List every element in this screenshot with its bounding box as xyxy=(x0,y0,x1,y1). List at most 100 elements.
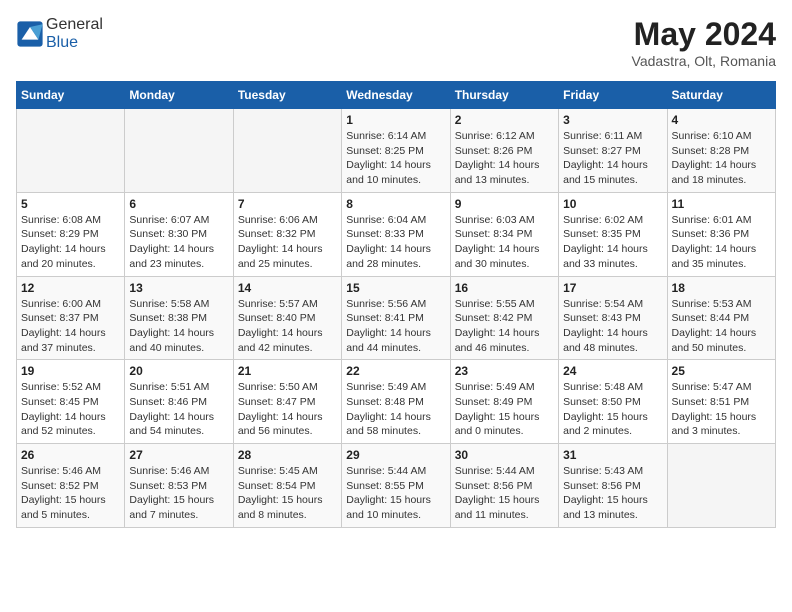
calendar-cell: 14 Sunrise: 5:57 AMSunset: 8:40 PMDayligh… xyxy=(233,276,341,360)
calendar-cell: 25 Sunrise: 5:47 AMSunset: 8:51 PMDayligh… xyxy=(667,360,775,444)
day-number: 31 xyxy=(563,448,662,462)
calendar-cell: 30 Sunrise: 5:44 AMSunset: 8:56 PMDayligh… xyxy=(450,444,558,528)
calendar-cell: 2 Sunrise: 6:12 AMSunset: 8:26 PMDaylight… xyxy=(450,109,558,193)
day-number: 29 xyxy=(346,448,445,462)
calendar-cell: 16Sunrise: 5:55 AMSunset: 8:42 PMDayligh… xyxy=(450,276,558,360)
logo-icon xyxy=(16,20,44,48)
day-info: Sunrise: 5:43 AMSunset: 8:56 PMDaylight:… xyxy=(563,464,662,523)
day-info: Sunrise: 5:47 AMSunset: 8:51 PMDaylight:… xyxy=(672,380,771,439)
calendar-cell: 23 Sunrise: 5:49 AMSunset: 8:49 PMDayligh… xyxy=(450,360,558,444)
calendar-cell xyxy=(17,109,125,193)
day-number: 25 xyxy=(672,364,771,378)
logo: General Blue xyxy=(16,16,103,52)
day-info: Sunrise: 5:54 AMSunset: 8:43 PMDaylight:… xyxy=(563,297,662,356)
day-info: Sunrise: 5:49 AMSunset: 8:48 PMDaylight:… xyxy=(346,380,445,439)
weekday-header: Wednesday xyxy=(342,82,450,109)
day-number: 11 xyxy=(672,197,771,211)
logo-blue-text: Blue xyxy=(46,34,78,51)
day-number: 5 xyxy=(21,197,120,211)
page-header: General Blue May 2024 Vadastra, Olt, Rom… xyxy=(16,16,776,69)
day-number: 2 xyxy=(455,113,554,127)
weekday-header: Tuesday xyxy=(233,82,341,109)
day-info: Sunrise: 5:46 AMSunset: 8:53 PMDaylight:… xyxy=(129,464,228,523)
calendar-cell: 13 Sunrise: 5:58 AMSunset: 8:38 PMDayligh… xyxy=(125,276,233,360)
weekday-header: Saturday xyxy=(667,82,775,109)
day-number: 22 xyxy=(346,364,445,378)
day-number: 15 xyxy=(346,281,445,295)
day-number: 19 xyxy=(21,364,120,378)
day-number: 23 xyxy=(455,364,554,378)
calendar-cell xyxy=(233,109,341,193)
day-info: Sunrise: 6:08 AMSunset: 8:29 PMDaylight:… xyxy=(21,213,120,272)
day-info: Sunrise: 6:03 AMSunset: 8:34 PMDaylight:… xyxy=(455,213,554,272)
day-number: 18 xyxy=(672,281,771,295)
day-info: Sunrise: 6:01 AMSunset: 8:36 PMDaylight:… xyxy=(672,213,771,272)
calendar-cell: 26 Sunrise: 5:46 AMSunset: 8:52 PMDayligh… xyxy=(17,444,125,528)
calendar-cell: 18 Sunrise: 5:53 AMSunset: 8:44 PMDayligh… xyxy=(667,276,775,360)
day-number: 7 xyxy=(238,197,337,211)
day-info: Sunrise: 5:58 AMSunset: 8:38 PMDaylight:… xyxy=(129,297,228,356)
day-info: Sunrise: 6:00 AMSunset: 8:37 PMDaylight:… xyxy=(21,297,120,356)
day-info: Sunrise: 5:53 AMSunset: 8:44 PMDaylight:… xyxy=(672,297,771,356)
calendar-week-row: 5 Sunrise: 6:08 AMSunset: 8:29 PMDaylight… xyxy=(17,192,776,276)
calendar-cell xyxy=(125,109,233,193)
calendar-cell: 24Sunrise: 5:48 AMSunset: 8:50 PMDayligh… xyxy=(559,360,667,444)
day-info: Sunrise: 5:45 AMSunset: 8:54 PMDaylight:… xyxy=(238,464,337,523)
day-number: 30 xyxy=(455,448,554,462)
calendar-cell: 31 Sunrise: 5:43 AMSunset: 8:56 PMDayligh… xyxy=(559,444,667,528)
day-number: 13 xyxy=(129,281,228,295)
day-info: Sunrise: 6:02 AMSunset: 8:35 PMDaylight:… xyxy=(563,213,662,272)
calendar-cell: 1Sunrise: 6:14 AMSunset: 8:25 PMDaylight… xyxy=(342,109,450,193)
day-number: 8 xyxy=(346,197,445,211)
day-number: 17 xyxy=(563,281,662,295)
calendar-cell: 12 Sunrise: 6:00 AMSunset: 8:37 PMDayligh… xyxy=(17,276,125,360)
day-number: 3 xyxy=(563,113,662,127)
day-info: Sunrise: 5:46 AMSunset: 8:52 PMDaylight:… xyxy=(21,464,120,523)
day-number: 24 xyxy=(563,364,662,378)
calendar-cell: 28 Sunrise: 5:45 AMSunset: 8:54 PMDayligh… xyxy=(233,444,341,528)
logo-general-text: General xyxy=(46,16,103,33)
day-number: 9 xyxy=(455,197,554,211)
calendar-cell: 5 Sunrise: 6:08 AMSunset: 8:29 PMDaylight… xyxy=(17,192,125,276)
location: Vadastra, Olt, Romania xyxy=(632,53,776,69)
day-number: 26 xyxy=(21,448,120,462)
day-info: Sunrise: 6:06 AMSunset: 8:32 PMDaylight:… xyxy=(238,213,337,272)
day-info: Sunrise: 5:52 AMSunset: 8:45 PMDaylight:… xyxy=(21,380,120,439)
day-info: Sunrise: 5:57 AMSunset: 8:40 PMDaylight:… xyxy=(238,297,337,356)
weekday-header-row: SundayMondayTuesdayWednesdayThursdayFrid… xyxy=(17,82,776,109)
calendar-table: SundayMondayTuesdayWednesdayThursdayFrid… xyxy=(16,81,776,528)
day-number: 14 xyxy=(238,281,337,295)
calendar-week-row: 12 Sunrise: 6:00 AMSunset: 8:37 PMDayligh… xyxy=(17,276,776,360)
weekday-header: Monday xyxy=(125,82,233,109)
calendar-cell: 21Sunrise: 5:50 AMSunset: 8:47 PMDayligh… xyxy=(233,360,341,444)
day-number: 16 xyxy=(455,281,554,295)
calendar-cell: 22 Sunrise: 5:49 AMSunset: 8:48 PMDayligh… xyxy=(342,360,450,444)
day-number: 4 xyxy=(672,113,771,127)
day-number: 10 xyxy=(563,197,662,211)
calendar-cell xyxy=(667,444,775,528)
day-info: Sunrise: 6:12 AMSunset: 8:26 PMDaylight:… xyxy=(455,129,554,188)
day-info: Sunrise: 6:04 AMSunset: 8:33 PMDaylight:… xyxy=(346,213,445,272)
calendar-cell: 15Sunrise: 5:56 AMSunset: 8:41 PMDayligh… xyxy=(342,276,450,360)
calendar-cell: 10 Sunrise: 6:02 AMSunset: 8:35 PMDayligh… xyxy=(559,192,667,276)
calendar-cell: 4 Sunrise: 6:10 AMSunset: 8:28 PMDaylight… xyxy=(667,109,775,193)
title-block: May 2024 Vadastra, Olt, Romania xyxy=(632,16,776,69)
calendar-cell: 11 Sunrise: 6:01 AMSunset: 8:36 PMDayligh… xyxy=(667,192,775,276)
day-info: Sunrise: 5:51 AMSunset: 8:46 PMDaylight:… xyxy=(129,380,228,439)
day-info: Sunrise: 6:10 AMSunset: 8:28 PMDaylight:… xyxy=(672,129,771,188)
day-info: Sunrise: 5:50 AMSunset: 8:47 PMDaylight:… xyxy=(238,380,337,439)
day-number: 27 xyxy=(129,448,228,462)
calendar-cell: 17 Sunrise: 5:54 AMSunset: 8:43 PMDayligh… xyxy=(559,276,667,360)
day-number: 28 xyxy=(238,448,337,462)
day-info: Sunrise: 6:14 AMSunset: 8:25 PMDaylight:… xyxy=(346,129,445,188)
day-info: Sunrise: 5:49 AMSunset: 8:49 PMDaylight:… xyxy=(455,380,554,439)
day-info: Sunrise: 5:44 AMSunset: 8:56 PMDaylight:… xyxy=(455,464,554,523)
calendar-cell: 29 Sunrise: 5:44 AMSunset: 8:55 PMDayligh… xyxy=(342,444,450,528)
calendar-cell: 19 Sunrise: 5:52 AMSunset: 8:45 PMDayligh… xyxy=(17,360,125,444)
day-info: Sunrise: 5:44 AMSunset: 8:55 PMDaylight:… xyxy=(346,464,445,523)
day-number: 6 xyxy=(129,197,228,211)
day-number: 12 xyxy=(21,281,120,295)
calendar-cell: 3Sunrise: 6:11 AMSunset: 8:27 PMDaylight… xyxy=(559,109,667,193)
calendar-cell: 6 Sunrise: 6:07 AMSunset: 8:30 PMDaylight… xyxy=(125,192,233,276)
day-info: Sunrise: 6:07 AMSunset: 8:30 PMDaylight:… xyxy=(129,213,228,272)
